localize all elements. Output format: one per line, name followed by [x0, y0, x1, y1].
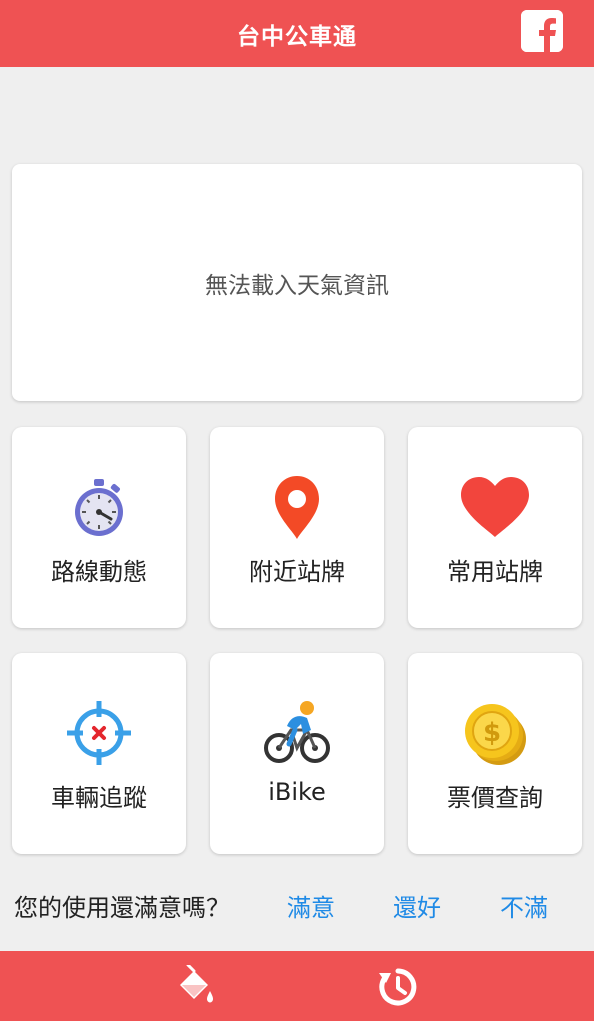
feedback-question: 您的使用還滿意嗎？: [14, 893, 230, 922]
tile-route-status[interactable]: 路線動態: [12, 427, 186, 628]
history-icon[interactable]: [376, 965, 420, 1009]
tile-label: iBike: [268, 778, 326, 806]
tile-vehicle-tracking[interactable]: 車輛追蹤: [12, 653, 186, 854]
feedback-satisfied-link[interactable]: 滿意: [287, 888, 335, 923]
tile-label: 車輛追蹤: [51, 784, 147, 812]
feedback-ok-link[interactable]: 還好: [393, 888, 441, 923]
app-title: 台中公車通: [237, 23, 357, 50]
facebook-icon[interactable]: [521, 10, 563, 52]
map-pin-icon: [261, 471, 333, 543]
cyclist-icon: [261, 697, 333, 769]
weather-message: 無法載入天氣資訊: [205, 272, 389, 299]
crosshair-icon: [63, 697, 135, 769]
bottom-bar: [0, 951, 594, 1021]
tile-favorite-stops[interactable]: 常用站牌: [408, 427, 582, 628]
tile-label: 路線動態: [51, 558, 147, 586]
svg-text:$: $: [483, 718, 501, 748]
top-bar: 台中公車通: [0, 0, 594, 67]
feedback-unsatisfied-link[interactable]: 不滿: [500, 888, 548, 923]
stopwatch-icon: [63, 471, 135, 543]
paint-bucket-icon[interactable]: [174, 963, 218, 1009]
heart-icon: [459, 471, 531, 543]
weather-card: 無法載入天氣資訊: [12, 164, 582, 401]
coins-icon: $: [459, 697, 531, 769]
tile-label: 附近站牌: [249, 558, 345, 586]
tile-fare-inquiry[interactable]: $ 票價查詢: [408, 653, 582, 854]
tile-label: 常用站牌: [447, 558, 543, 586]
tile-ibike[interactable]: iBike: [210, 653, 384, 854]
tile-nearby-stops[interactable]: 附近站牌: [210, 427, 384, 628]
tile-label: 票價查詢: [447, 784, 543, 812]
feedback-row: 您的使用還滿意嗎？ 滿意 還好 不滿: [14, 885, 584, 925]
